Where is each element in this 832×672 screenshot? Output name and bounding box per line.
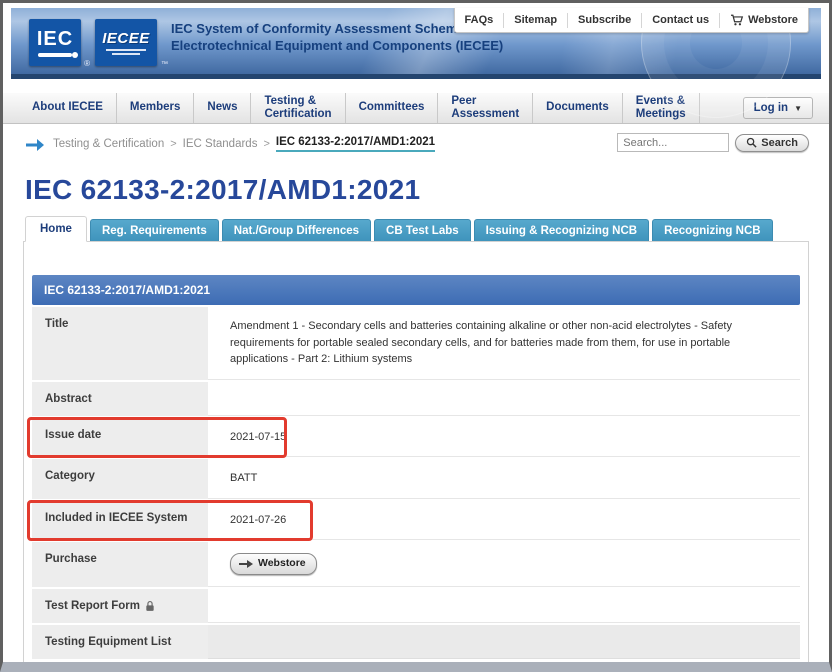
table-row: Test Report Form [32,587,800,623]
nav-item[interactable]: About IECEE [19,93,117,123]
top-menu-item[interactable]: Sitemap [503,13,567,28]
arrow-right-icon [239,560,253,568]
arrow-right-icon [25,138,45,152]
search-icon [746,137,757,148]
table-row: Category BATT [32,457,800,499]
breadcrumb-link[interactable]: IEC Standards [183,138,258,150]
table-row: Title Amendment 1 - Secondary cells and … [32,305,800,380]
iec-logo-bar [38,53,72,57]
breadcrumb-current: IEC 62133-2:2017/AMD1:2021 [276,136,435,152]
tab-cb-test-labs[interactable]: CB Test Labs [374,219,471,241]
tab-nat-group-differences[interactable]: Nat./Group Differences [222,219,371,241]
top-utility-menu: FAQsSitemapSubscribeContact usWebstore [454,8,809,33]
breadcrumb-row: Testing & Certification > IEC Standards > IE… [3,124,829,158]
row-value: BATT [208,459,800,499]
page-title: IEC 62133-2:2017/AMD1:2021 [25,174,829,206]
trademark-mark: ™ [161,61,168,68]
row-value: Amendment 1 - Secondary cells and batter… [208,307,800,380]
table-row: Included in IECEE System 2021-07-26 [32,499,800,541]
nav-item[interactable]: News [194,93,251,123]
breadcrumb-separator: > [170,138,176,150]
details-panel: IEC 62133-2:2017/AMD1:2021 Title Amendme… [23,241,809,670]
row-label: Title [45,318,68,330]
row-label: Testing Equipment List [45,636,171,648]
lock-icon [145,600,155,612]
row-label: Purchase [45,553,97,565]
table-row: Issue date 2021-07-15 [32,416,800,458]
table-row: Abstract [32,380,800,416]
search-box: Search [617,133,809,152]
top-menu-item[interactable]: Contact us [641,13,719,28]
webstore-button[interactable]: Webstore [230,553,317,575]
iecee-logo-bar [106,49,146,51]
table-row: Testing Equipment List [32,623,800,659]
search-button[interactable]: Search [735,134,809,152]
iecee-logo: IECEE ™ [95,19,157,66]
nav-item[interactable]: Committees [346,93,439,123]
nav-item[interactable]: Peer Assessment [438,93,533,123]
iec-logo-text: IEC [37,29,73,49]
row-value [208,589,800,623]
row-label: Test Report Form [45,600,140,612]
webstore-button-label: Webstore [258,556,306,572]
search-button-label: Search [761,137,798,149]
tab-issuing-recognizing-ncb[interactable]: Issuing & Recognizing NCB [474,219,649,241]
breadcrumb-separator: > [263,138,269,150]
browser-page: IEC ® IECEE ™ IEC System of Conformity A… [0,0,832,672]
tab-recognizing-ncb[interactable]: Recognizing NCB [652,219,772,241]
nav-item[interactable]: Members [117,93,195,123]
chevron-down-icon: ▼ [794,104,802,113]
tab-home[interactable]: Home [25,216,87,242]
cart-icon [730,14,744,26]
top-menu-item[interactable]: FAQs [455,13,504,28]
iec-logo: IEC ® [29,19,81,66]
row-value: 2021-07-15 [208,418,800,458]
table-row: Purchase Webstore [32,540,800,587]
details-rows: Title Amendment 1 - Secondary cells and … [32,305,800,659]
iecee-logo-bar2 [112,53,140,55]
row-label: Abstract [45,393,92,405]
row-label: Category [45,470,95,482]
top-menu-item[interactable]: Subscribe [567,13,641,28]
search-input[interactable] [617,133,729,152]
breadcrumb-link[interactable]: Testing & Certification [53,138,164,150]
tab-reg-requirements[interactable]: Reg. Requirements [90,219,219,241]
row-label: Included in IECEE System [45,512,188,524]
nav-item[interactable]: Documents [533,93,623,123]
registered-mark: ® [84,59,90,68]
nav-item[interactable]: Testing & Certification [251,93,345,123]
tab-bar: HomeReg. RequirementsNat./Group Differen… [25,216,829,241]
details-header-bar: IEC 62133-2:2017/AMD1:2021 [32,275,800,305]
row-value [208,625,800,659]
row-value: Webstore [208,542,800,587]
row-value [208,382,800,416]
row-value: 2021-07-26 [208,501,800,541]
row-label: Issue date [45,429,101,441]
breadcrumb: Testing & Certification > IEC Standards > IE… [53,133,435,152]
iecee-logo-text: IECEE [102,31,150,46]
top-menu-item[interactable]: Webstore [719,13,808,28]
